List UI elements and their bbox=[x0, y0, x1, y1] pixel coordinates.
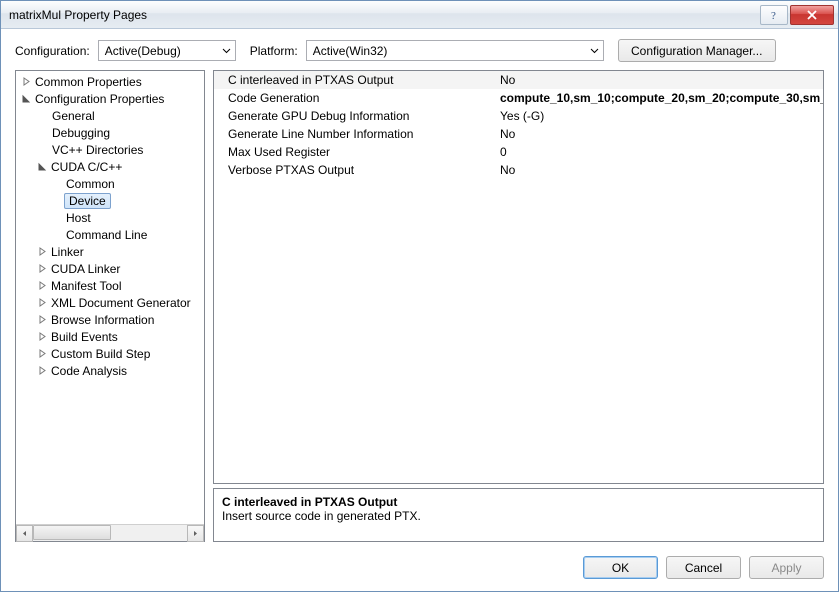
description-text: Insert source code in generated PTX. bbox=[222, 509, 815, 523]
help-button[interactable]: ? bbox=[760, 5, 788, 25]
chevron-down-icon bbox=[590, 46, 599, 55]
tree-item-manifest-tool[interactable]: Manifest Tool bbox=[16, 277, 204, 294]
property-row[interactable]: Verbose PTXAS OutputNo bbox=[214, 161, 823, 179]
platform-label: Platform: bbox=[250, 44, 298, 58]
expand-icon[interactable] bbox=[20, 76, 32, 88]
property-row[interactable]: Generate GPU Debug InformationYes (-G) bbox=[214, 107, 823, 125]
scroll-left-icon[interactable] bbox=[16, 525, 33, 542]
window-controls: ? bbox=[760, 5, 838, 25]
collapse-icon[interactable] bbox=[20, 93, 32, 105]
tree-item-build-events[interactable]: Build Events bbox=[16, 328, 204, 345]
property-value[interactable]: Yes (-G) bbox=[496, 109, 823, 123]
window-title: matrixMul Property Pages bbox=[9, 8, 760, 22]
expand-icon[interactable] bbox=[36, 263, 48, 275]
property-label: Code Generation bbox=[214, 91, 496, 105]
property-label: Verbose PTXAS Output bbox=[214, 163, 496, 177]
tree-item-debugging[interactable]: Debugging bbox=[16, 124, 204, 141]
cancel-button[interactable]: Cancel bbox=[666, 556, 741, 579]
right-panel: C interleaved in PTXAS OutputNoCode Gene… bbox=[213, 70, 824, 542]
tree-item-cuda-linker[interactable]: CUDA Linker bbox=[16, 260, 204, 277]
expand-icon[interactable] bbox=[36, 297, 48, 309]
nav-tree[interactable]: Common Properties Configuration Properti… bbox=[16, 71, 204, 524]
configuration-label: Configuration: bbox=[15, 44, 90, 58]
tree-item-cuda-command-line[interactable]: Command Line bbox=[16, 226, 204, 243]
property-row[interactable]: Generate Line Number InformationNo bbox=[214, 125, 823, 143]
property-row[interactable]: C interleaved in PTXAS OutputNo bbox=[214, 71, 823, 89]
body: Common Properties Configuration Properti… bbox=[1, 70, 838, 548]
configuration-manager-button[interactable]: Configuration Manager... bbox=[618, 39, 776, 62]
ok-button[interactable]: OK bbox=[583, 556, 658, 579]
property-value[interactable]: No bbox=[496, 127, 823, 141]
tree-item-general[interactable]: General bbox=[16, 107, 204, 124]
svg-text:?: ? bbox=[771, 10, 776, 21]
property-value[interactable]: compute_10,sm_10;compute_20,sm_20;comput… bbox=[496, 91, 823, 105]
property-row[interactable]: Max Used Register0 bbox=[214, 143, 823, 161]
property-label: Generate GPU Debug Information bbox=[214, 109, 496, 123]
property-value[interactable]: No bbox=[496, 73, 823, 87]
property-value[interactable]: 0 bbox=[496, 145, 823, 159]
property-row[interactable]: Code Generationcompute_10,sm_10;compute_… bbox=[214, 89, 823, 107]
apply-button[interactable]: Apply bbox=[749, 556, 824, 579]
tree-item-cuda-common[interactable]: Common bbox=[16, 175, 204, 192]
tree-item-cuda-cpp[interactable]: CUDA C/C++ bbox=[16, 158, 204, 175]
chevron-down-icon bbox=[222, 46, 231, 55]
tree-item-linker[interactable]: Linker bbox=[16, 243, 204, 260]
expand-icon[interactable] bbox=[36, 280, 48, 292]
configuration-combo[interactable]: Active(Debug) bbox=[98, 40, 236, 61]
tree-h-scrollbar[interactable] bbox=[16, 524, 204, 541]
platform-combo[interactable]: Active(Win32) bbox=[306, 40, 604, 61]
expand-icon[interactable] bbox=[36, 246, 48, 258]
property-value[interactable]: No bbox=[496, 163, 823, 177]
description-title: C interleaved in PTXAS Output bbox=[222, 495, 815, 509]
configuration-value: Active(Debug) bbox=[105, 44, 181, 58]
expand-icon[interactable] bbox=[36, 314, 48, 326]
configuration-bar: Configuration: Active(Debug) Platform: A… bbox=[1, 29, 838, 70]
tree-item-custom-build-step[interactable]: Custom Build Step bbox=[16, 345, 204, 362]
tree-panel: Common Properties Configuration Properti… bbox=[15, 70, 205, 542]
close-button[interactable] bbox=[790, 5, 834, 25]
property-label: Max Used Register bbox=[214, 145, 496, 159]
tree-item-configuration-properties[interactable]: Configuration Properties bbox=[16, 90, 204, 107]
tree-item-cuda-device[interactable]: Device bbox=[16, 192, 204, 209]
tree-item-vc-directories[interactable]: VC++ Directories bbox=[16, 141, 204, 158]
tree-item-xml-doc-generator[interactable]: XML Document Generator bbox=[16, 294, 204, 311]
property-label: Generate Line Number Information bbox=[214, 127, 496, 141]
scroll-track[interactable] bbox=[33, 525, 187, 542]
expand-icon[interactable] bbox=[36, 365, 48, 377]
expand-icon[interactable] bbox=[36, 348, 48, 360]
tree-item-browse-information[interactable]: Browse Information bbox=[16, 311, 204, 328]
scroll-thumb[interactable] bbox=[33, 525, 111, 540]
dialog-footer: OK Cancel Apply bbox=[1, 548, 838, 591]
tree-item-cuda-host[interactable]: Host bbox=[16, 209, 204, 226]
tree-item-code-analysis[interactable]: Code Analysis bbox=[16, 362, 204, 379]
titlebar: matrixMul Property Pages ? bbox=[1, 1, 838, 29]
property-label: C interleaved in PTXAS Output bbox=[214, 73, 496, 87]
tree-item-common-properties[interactable]: Common Properties bbox=[16, 73, 204, 90]
collapse-icon[interactable] bbox=[36, 161, 48, 173]
property-grid[interactable]: C interleaved in PTXAS OutputNoCode Gene… bbox=[213, 70, 824, 484]
property-pages-window: matrixMul Property Pages ? Configuration… bbox=[0, 0, 839, 592]
description-panel: C interleaved in PTXAS Output Insert sou… bbox=[213, 488, 824, 542]
grid-body: C interleaved in PTXAS OutputNoCode Gene… bbox=[214, 71, 823, 483]
platform-value: Active(Win32) bbox=[313, 44, 388, 58]
expand-icon[interactable] bbox=[36, 331, 48, 343]
scroll-right-icon[interactable] bbox=[187, 525, 204, 542]
